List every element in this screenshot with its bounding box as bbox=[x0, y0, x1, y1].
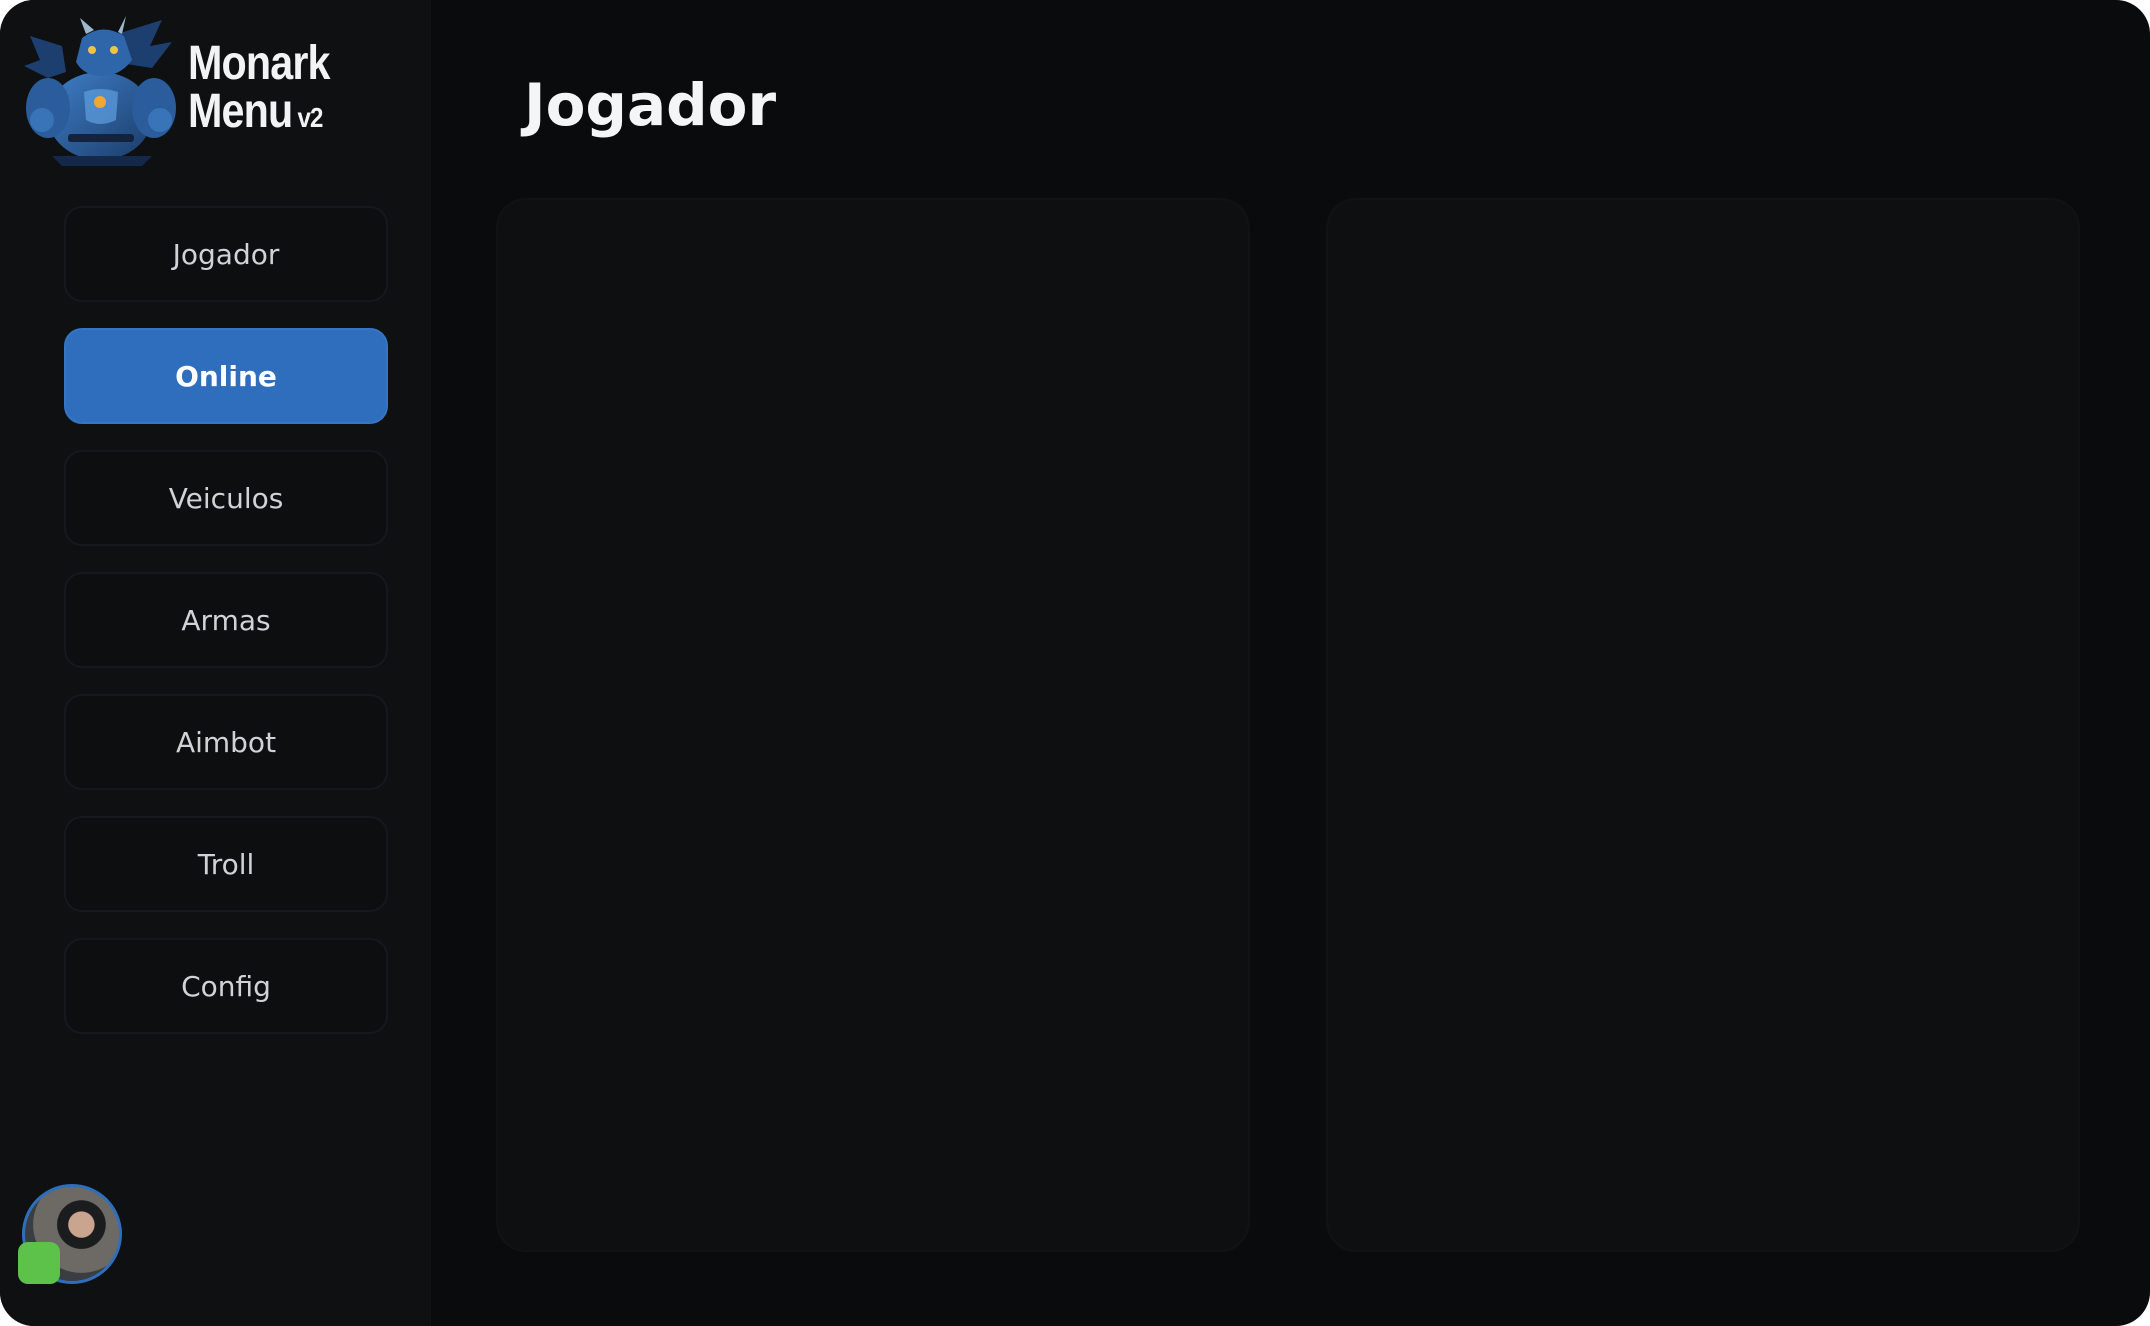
sidebar-item-label: Config bbox=[181, 969, 271, 1003]
dragon-mascot-icon bbox=[24, 16, 176, 166]
sidebar-item-online[interactable]: Online bbox=[64, 328, 388, 424]
app-name-line1: Monark bbox=[188, 37, 331, 90]
app-name-menu: Menu bbox=[188, 85, 293, 138]
content-panel-right bbox=[1326, 198, 2080, 1252]
page-title: Jogador bbox=[524, 71, 777, 139]
sidebar-item-label: Jogador bbox=[172, 237, 280, 271]
sidebar-item-troll[interactable]: Troll bbox=[64, 816, 388, 912]
sidebar-item-veiculos[interactable]: Veiculos bbox=[64, 450, 388, 546]
sidebar-item-label: Online bbox=[175, 359, 277, 393]
content-panel-left bbox=[496, 198, 1250, 1252]
app-version: v2 bbox=[297, 102, 324, 133]
app-window: Monark Menu v2 Jogador Online Veiculos Ar… bbox=[0, 0, 2150, 1326]
sidebar-item-label: Veiculos bbox=[168, 481, 284, 515]
online-status-indicator bbox=[18, 1242, 60, 1284]
sidebar-item-aimbot[interactable]: Aimbot bbox=[64, 694, 388, 790]
sidebar-item-label: Aimbot bbox=[175, 725, 277, 759]
sidebar-item-jogador[interactable]: Jogador bbox=[64, 206, 388, 302]
app-logo: Monark Menu v2 bbox=[22, 16, 362, 166]
sidebar-item-armas[interactable]: Armas bbox=[64, 572, 388, 668]
app-name: Monark Menu v2 bbox=[188, 37, 331, 142]
sidebar: Monark Menu v2 Jogador Online Veiculos Ar… bbox=[0, 0, 431, 1326]
sidebar-item-config[interactable]: Config bbox=[64, 938, 388, 1034]
app-name-line2: Menu v2 bbox=[188, 88, 330, 142]
sidebar-item-label: Troll bbox=[197, 847, 255, 881]
sidebar-item-label: Armas bbox=[181, 603, 271, 637]
